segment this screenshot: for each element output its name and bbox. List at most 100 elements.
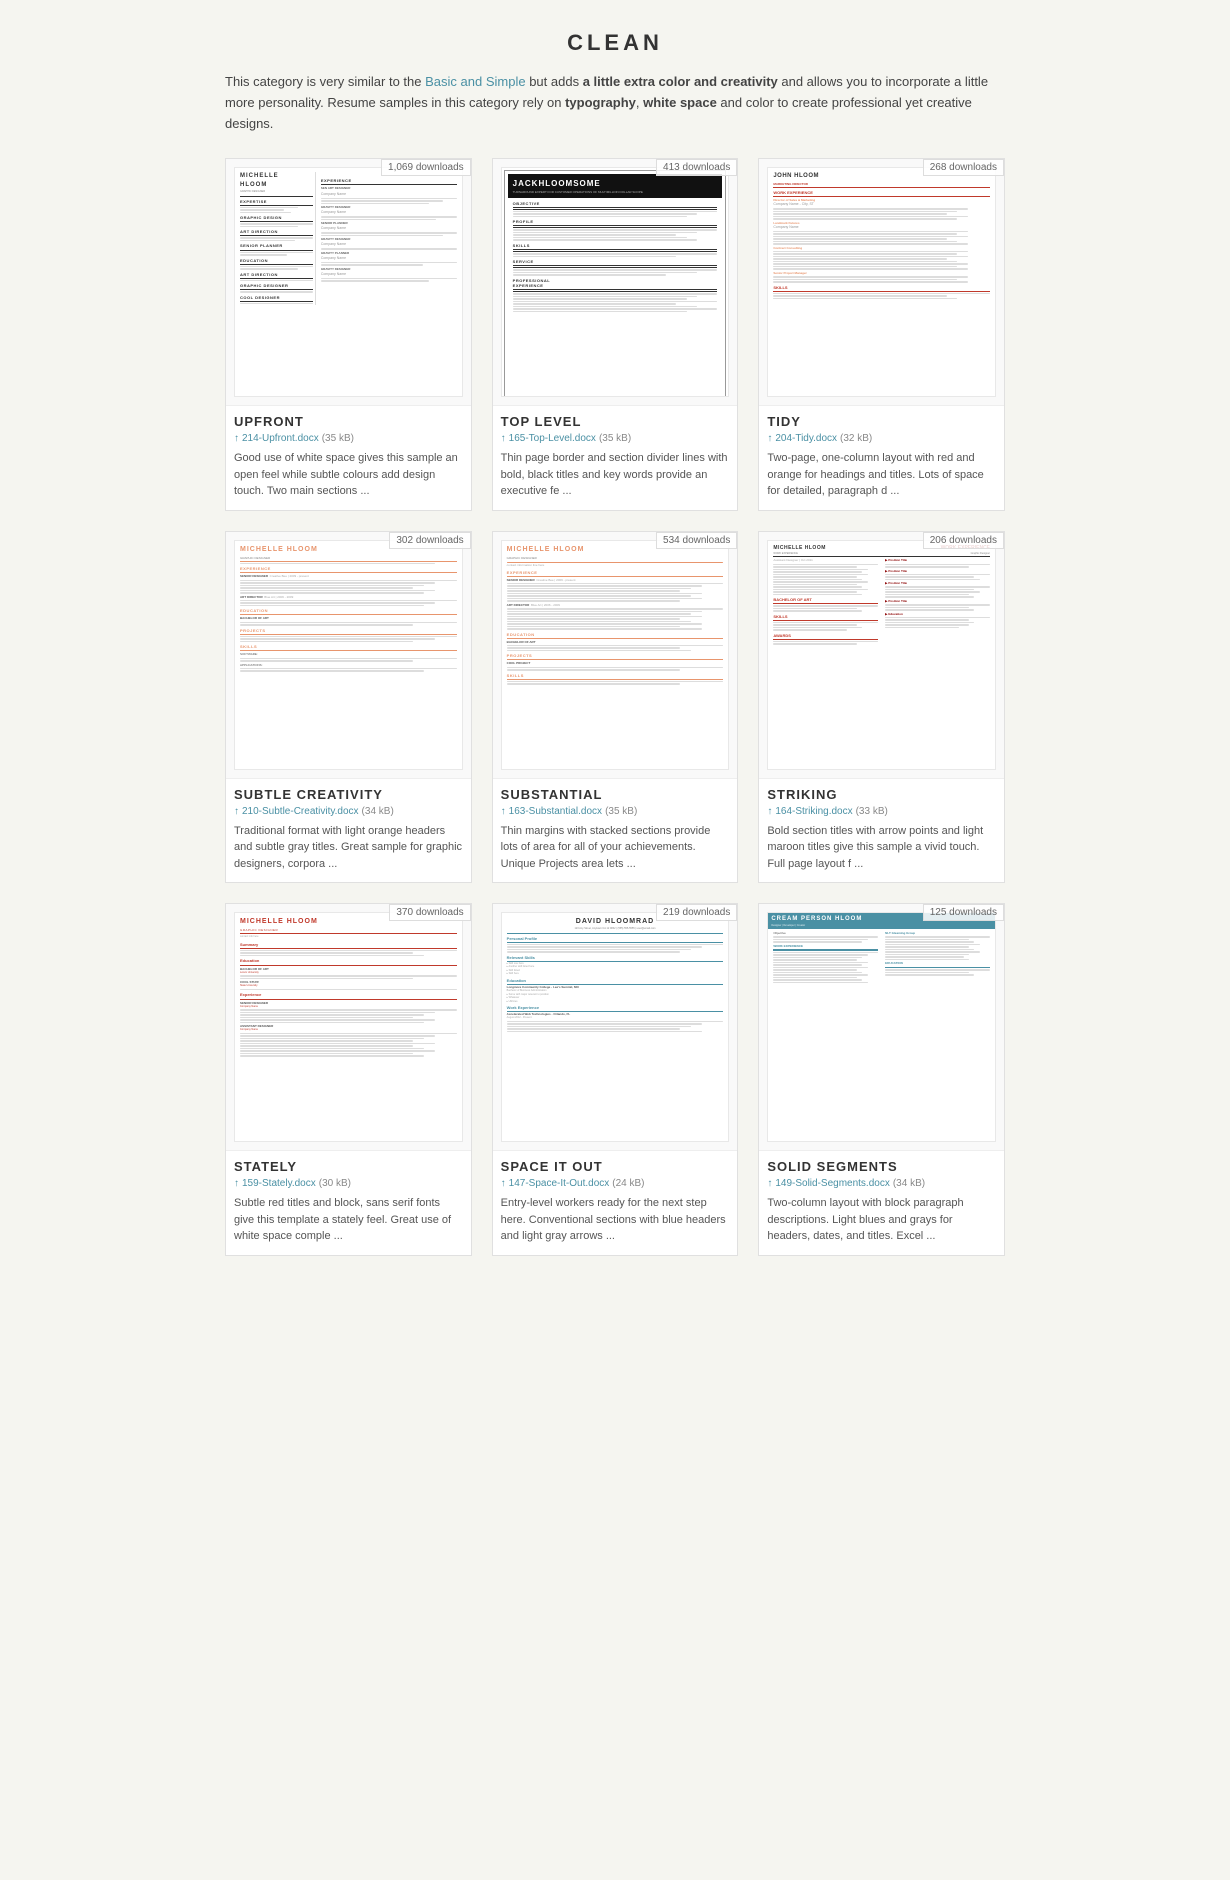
thumbnail-substantial[interactable]: MICHELLE HLOOM GRAPHIC DESIGNER contact … [501,540,730,770]
resume-desc-toplevel: Thin page border and section divider lin… [501,450,730,500]
downloads-badge-striking: 206 downloads [923,532,1004,549]
resume-card-toplevel: 413 downloads JACKHLOOMSOME TURNAROUND E… [492,158,739,511]
downloads-badge-spaceitout: 219 downloads [656,904,737,921]
thumbnail-upfront[interactable]: MICHELLEHLOOM GRAPHIC DESIGNER EXPERTISE… [234,167,463,397]
file-link-upfront: ↑ 214-Upfront.docx (35 kB) [234,433,463,444]
file-link-spaceitout: ↑ 147-Space-It-Out.docx (24 kB) [501,1178,730,1189]
basic-simple-link[interactable]: Basic and Simple [425,74,525,89]
card-info-tidy: TIDY ↑ 204-Tidy.docx (32 kB) Two-page, o… [759,406,1004,510]
card-info-upfront: UPFRONT ↑ 214-Upfront.docx (35 kB) Good … [226,406,471,510]
resume-desc-spaceitout: Entry-level workers ready for the next s… [501,1195,730,1245]
resume-name-spaceitout: SPACE IT OUT [501,1159,730,1174]
preview-substantial: 534 downloads MICHELLE HLOOM GRAPHIC DES… [493,532,738,779]
page-title: CLEAN [225,30,1005,56]
file-anchor-tidy[interactable]: 204-Tidy.docx [775,433,837,444]
preview-stately: 370 downloads MICHELLE HLOOM GRAPHIC DES… [226,904,471,1151]
file-size-toplevel: (35 kB) [599,433,631,444]
download-icon-upfront: ↑ [234,433,239,444]
resume-card-subtle: 302 downloads MICHELLE HLOOM GRAPHIC DES… [225,531,472,884]
resume-name-toplevel: TOP LEVEL [501,414,730,429]
thumbnail-subtle[interactable]: MICHELLE HLOOM GRAPHIC DESIGNER EXPERIEN… [234,540,463,770]
card-info-solidsegments: SOLID SEGMENTS ↑ 149-Solid-Segments.docx… [759,1151,1004,1255]
resume-name-tidy: TIDY [767,414,996,429]
thumbnail-solidsegments[interactable]: CREAM PERSON HLOOM Designer | Developer … [767,912,996,1142]
file-size-upfront: (35 kB) [322,433,354,444]
file-link-stately: ↑ 159-Stately.docx (30 kB) [234,1178,463,1189]
resume-desc-upfront: Good use of white space gives this sampl… [234,450,463,500]
preview-tidy: 268 downloads JOHN HLOOM MARKETING DIREC… [759,159,1004,406]
file-anchor-upfront[interactable]: 214-Upfront.docx [242,433,319,444]
resume-name-upfront: UPFRONT [234,414,463,429]
resume-card-solidsegments: 125 downloads CREAM PERSON HLOOM Designe… [758,903,1005,1256]
downloads-badge-stately: 370 downloads [389,904,470,921]
resume-card-tidy: 268 downloads JOHN HLOOM MARKETING DIREC… [758,158,1005,511]
file-size-spaceitout: (24 kB) [612,1178,644,1189]
downloads-badge-subtle: 302 downloads [389,532,470,549]
file-size-striking: (33 kB) [856,806,888,817]
download-icon-toplevel: ↑ [501,433,506,444]
card-info-stately: STATELY ↑ 159-Stately.docx (30 kB) Subtl… [226,1151,471,1255]
file-anchor-spaceitout[interactable]: 147-Space-It-Out.docx [509,1178,610,1189]
card-info-substantial: SUBSTANTIAL ↑ 163-Substantial.docx (35 k… [493,779,738,883]
file-anchor-substantial[interactable]: 163-Substantial.docx [509,806,602,817]
resume-desc-subtle: Traditional format with light orange hea… [234,823,463,873]
file-anchor-solidsegments[interactable]: 149-Solid-Segments.docx [775,1178,890,1189]
preview-spaceitout: 219 downloads DAVID HLOOMRAD 123 Any Str… [493,904,738,1151]
card-info-subtle: SUBTLE CREATIVITY ↑ 210-Subtle-Creativit… [226,779,471,883]
preview-upfront: 1,069 downloads MICHELLEHLOOM GRAPHIC DE… [226,159,471,406]
file-anchor-toplevel[interactable]: 165-Top-Level.docx [509,433,596,444]
file-link-solidsegments: ↑ 149-Solid-Segments.docx (34 kB) [767,1178,996,1189]
file-link-tidy: ↑ 204-Tidy.docx (32 kB) [767,433,996,444]
resume-desc-stately: Subtle red titles and block, sans serif … [234,1195,463,1245]
resume-name-solidsegments: SOLID SEGMENTS [767,1159,996,1174]
thumbnail-tidy[interactable]: JOHN HLOOM MARKETING DIRECTOR WORK EXPER… [767,167,996,397]
resume-name-substantial: SUBSTANTIAL [501,787,730,802]
download-icon-stately: ↑ [234,1178,239,1189]
preview-solidsegments: 125 downloads CREAM PERSON HLOOM Designe… [759,904,1004,1151]
thumbnail-striking[interactable]: MICHELLE HLOOM WORK EXPERIENCE WORK EXPE… [767,540,996,770]
download-icon-tidy: ↑ [767,433,772,444]
thumbnail-toplevel[interactable]: JACKHLOOMSOME TURNAROUND EXPERT FOR CUST… [501,167,730,397]
file-link-toplevel: ↑ 165-Top-Level.docx (35 kB) [501,433,730,444]
file-anchor-stately[interactable]: 159-Stately.docx [242,1178,316,1189]
download-icon-striking: ↑ [767,806,772,817]
file-link-substantial: ↑ 163-Substantial.docx (35 kB) [501,806,730,817]
resume-name-subtle: SUBTLE CREATIVITY [234,787,463,802]
downloads-badge-solidsegments: 125 downloads [923,904,1004,921]
download-icon-subtle: ↑ [234,806,239,817]
downloads-badge-toplevel: 413 downloads [656,159,737,176]
intro-paragraph: This category is very similar to the Bas… [225,72,1005,134]
file-link-subtle: ↑ 210-Subtle-Creativity.docx (34 kB) [234,806,463,817]
file-link-striking: ↑ 164-Striking.docx (33 kB) [767,806,996,817]
card-info-striking: STRIKING ↑ 164-Striking.docx (33 kB) Bol… [759,779,1004,883]
preview-subtle: 302 downloads MICHELLE HLOOM GRAPHIC DES… [226,532,471,779]
file-size-stately: (30 kB) [319,1178,351,1189]
file-size-tidy: (32 kB) [840,433,872,444]
thumbnail-spaceitout[interactable]: DAVID HLOOMRAD 123 Any Street, Anytown C… [501,912,730,1142]
file-anchor-striking[interactable]: 164-Striking.docx [775,806,852,817]
resume-grid: 1,069 downloads MICHELLEHLOOM GRAPHIC DE… [225,158,1005,1256]
resume-name-stately: STATELY [234,1159,463,1174]
download-icon-solidsegments: ↑ [767,1178,772,1189]
file-size-substantial: (35 kB) [605,806,637,817]
resume-desc-substantial: Thin margins with stacked sections provi… [501,823,730,873]
resume-desc-tidy: Two-page, one-column layout with red and… [767,450,996,500]
resume-desc-solidsegments: Two-column layout with block paragraph d… [767,1195,996,1245]
thumbnail-stately[interactable]: MICHELLE HLOOM GRAPHIC DESIGNER contact … [234,912,463,1142]
card-info-spaceitout: SPACE IT OUT ↑ 147-Space-It-Out.docx (24… [493,1151,738,1255]
download-icon-spaceitout: ↑ [501,1178,506,1189]
downloads-badge-tidy: 268 downloads [923,159,1004,176]
file-size-solidsegments: (34 kB) [893,1178,925,1189]
file-size-subtle: (34 kB) [362,806,394,817]
preview-toplevel: 413 downloads JACKHLOOMSOME TURNAROUND E… [493,159,738,406]
preview-striking: 206 downloads MICHELLE HLOOM WORK EXPERI… [759,532,1004,779]
downloads-badge-upfront: 1,069 downloads [381,159,471,176]
download-icon-substantial: ↑ [501,806,506,817]
card-info-toplevel: TOP LEVEL ↑ 165-Top-Level.docx (35 kB) T… [493,406,738,510]
resume-card-spaceitout: 219 downloads DAVID HLOOMRAD 123 Any Str… [492,903,739,1256]
resume-card-striking: 206 downloads MICHELLE HLOOM WORK EXPERI… [758,531,1005,884]
file-anchor-subtle[interactable]: 210-Subtle-Creativity.docx [242,806,359,817]
resume-name-striking: STRIKING [767,787,996,802]
resume-desc-striking: Bold section titles with arrow points an… [767,823,996,873]
downloads-badge-substantial: 534 downloads [656,532,737,549]
